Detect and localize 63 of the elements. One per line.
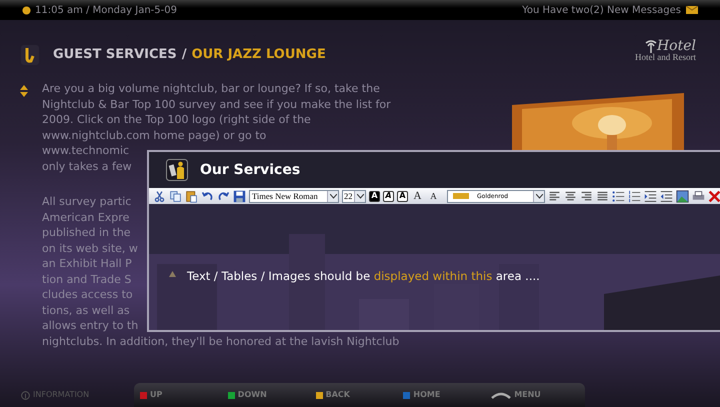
grow-font-button[interactable]: A bbox=[411, 190, 424, 202]
printer-icon[interactable] bbox=[692, 190, 705, 202]
scroll-arrows-icon bbox=[20, 85, 28, 97]
justify-icon[interactable] bbox=[596, 190, 609, 202]
article-line: tion and Trade S bbox=[42, 272, 132, 287]
article-line: All survey partic bbox=[42, 194, 132, 210]
undo-icon[interactable] bbox=[201, 190, 214, 202]
article-line: Are you a big volume nightclub, bar or lounge? If so, take the bbox=[42, 81, 380, 96]
concierge-icon bbox=[166, 159, 188, 181]
text-style-button[interactable]: A bbox=[397, 190, 408, 202]
save-icon[interactable] bbox=[233, 190, 246, 202]
logo-script: Hotel bbox=[656, 38, 696, 52]
shrink-font-button[interactable]: A bbox=[427, 192, 440, 200]
article-line: www.nightclub.com home page) or go to bbox=[42, 128, 266, 143]
section-title: GUEST SERVICES bbox=[53, 46, 177, 64]
cut-icon[interactable] bbox=[153, 190, 166, 202]
numbered-list-icon[interactable] bbox=[628, 190, 641, 202]
color-key-icon[interactable] bbox=[403, 392, 410, 398]
article-line: cludes access to bbox=[42, 287, 133, 302]
paste-icon[interactable] bbox=[185, 190, 198, 202]
align-left-icon[interactable] bbox=[548, 190, 561, 202]
page-title: OUR JAZZ LOUNGE bbox=[192, 46, 326, 64]
size-select[interactable]: 22 bbox=[342, 190, 366, 202]
triangle-bullet-icon bbox=[169, 271, 176, 277]
article-line: Nightclub & Bar Top 100 survey and see if you make the list for bbox=[42, 96, 391, 112]
article-line: published in the bbox=[42, 225, 131, 240]
align-center-icon[interactable] bbox=[564, 190, 577, 202]
article-line: an Exhibit Hall P bbox=[42, 256, 132, 272]
info-icon bbox=[21, 390, 30, 400]
article-line: tions, as well as bbox=[42, 302, 130, 318]
bulleted-list-icon[interactable] bbox=[612, 190, 625, 202]
information-label: INFORMATION bbox=[33, 389, 90, 401]
messages-notice[interactable]: You Have two(2) New Messages bbox=[522, 2, 681, 18]
clock-icon bbox=[22, 6, 31, 14]
image-icon[interactable] bbox=[676, 190, 689, 202]
article-line: www.technomic bbox=[42, 143, 130, 158]
dialog-title: Our Services bbox=[200, 160, 300, 180]
article-line: American Expre bbox=[42, 210, 130, 225]
indent-icon[interactable] bbox=[644, 190, 657, 202]
title-separator: / bbox=[182, 46, 187, 64]
caret-icon bbox=[536, 194, 542, 198]
delete-icon[interactable] bbox=[708, 190, 720, 202]
placeholder-message: Text / Tables / Images should be displayed within this area .... bbox=[187, 268, 541, 284]
caret-icon bbox=[356, 194, 364, 198]
article-line: nightclubs. In addition, they'll be honored at the lavish Nightclub bbox=[42, 334, 400, 349]
color-key-icon[interactable] bbox=[316, 392, 323, 398]
date-time: 11:05 am / Monday Jan-5-09 bbox=[35, 4, 177, 18]
color-key-icon[interactable] bbox=[140, 392, 147, 398]
article-line: allows entry to th bbox=[42, 318, 138, 334]
caret-icon bbox=[330, 194, 336, 198]
align-right-icon[interactable] bbox=[580, 190, 593, 202]
text-style-button[interactable]: A bbox=[383, 190, 394, 202]
color-key-icon[interactable] bbox=[228, 392, 235, 398]
font-select[interactable]: Times New Roman bbox=[249, 190, 339, 202]
outdent-icon[interactable] bbox=[660, 190, 673, 202]
article-line: 2009. Click on the Top 100 logo (right side of the bbox=[42, 112, 311, 128]
copy-icon[interactable] bbox=[169, 190, 182, 202]
remote-icon[interactable] bbox=[491, 392, 512, 398]
article-line: only takes a few bbox=[42, 158, 132, 174]
article-line: on its web site, w bbox=[42, 240, 138, 256]
text-style-button[interactable]: A bbox=[369, 190, 380, 202]
logo-subtitle: Hotel and Resort bbox=[635, 52, 696, 62]
redo-icon[interactable] bbox=[217, 190, 230, 202]
